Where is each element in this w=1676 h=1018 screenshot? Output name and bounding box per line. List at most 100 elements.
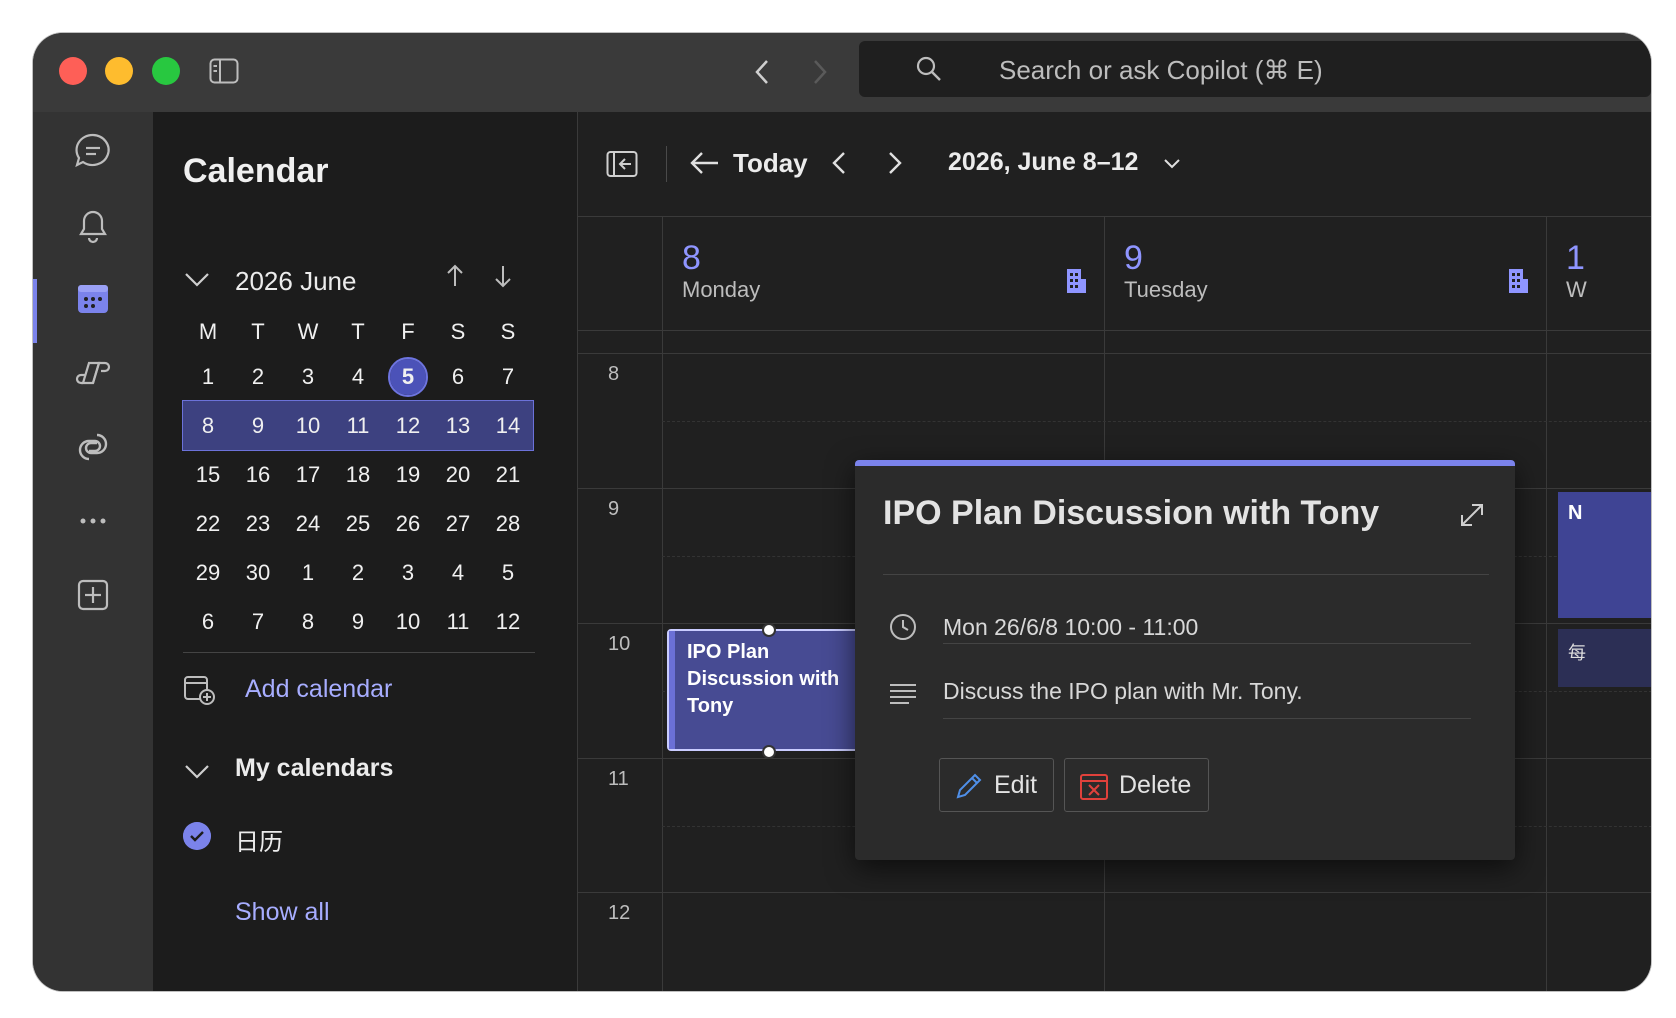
day-cell[interactable]: 28 (483, 499, 533, 548)
day-cell[interactable]: 9 (333, 597, 383, 646)
mini-month-title: 2026 June (235, 266, 357, 296)
day-cell[interactable]: 3 (283, 352, 333, 401)
day-cell[interactable]: 5 (483, 548, 533, 597)
bell-icon[interactable] (71, 203, 115, 247)
day-cell[interactable]: 6 (433, 352, 483, 401)
hour-line (578, 892, 1651, 893)
chevron-down-icon[interactable] (183, 270, 211, 290)
day-cell[interactable]: 17 (283, 450, 333, 499)
day-cell[interactable]: 25 (333, 499, 383, 548)
add-calendar-label: Add calendar (245, 675, 393, 703)
chat-icon[interactable] (71, 129, 115, 173)
previous-week-icon[interactable] (828, 148, 850, 178)
today-button[interactable]: Today (733, 148, 808, 179)
day-cell[interactable]: 3 (383, 548, 433, 597)
day-cell[interactable]: 1 (183, 352, 233, 401)
event-block[interactable]: IPO Plan Discussion with Tony (667, 629, 869, 751)
day-cell[interactable]: 30 (233, 548, 283, 597)
day-cell[interactable]: 4 (433, 548, 483, 597)
selected-week-row[interactable]: 8 9 10 11 12 13 14 (182, 400, 534, 451)
day-number[interactable]: 1 (1566, 239, 1585, 278)
checkmark-icon[interactable] (183, 822, 211, 850)
day-cell[interactable]: 12 (383, 401, 433, 450)
close-window-button[interactable] (59, 57, 87, 85)
day-cell[interactable]: 6 (183, 597, 233, 646)
day-cell[interactable]: 1 (283, 548, 333, 597)
add-app-icon[interactable] (71, 573, 115, 617)
loop-icon[interactable] (71, 425, 115, 469)
column-divider (662, 216, 663, 991)
search-box[interactable]: Search or ask Copilot (⌘ E) (859, 41, 1651, 97)
expand-icon[interactable] (1459, 502, 1485, 528)
forward-arrow-icon[interactable] (805, 55, 835, 89)
clipped-event-title: N (1568, 502, 1583, 524)
chevron-down-icon[interactable] (1163, 157, 1181, 171)
day-cell[interactable]: 11 (333, 401, 383, 450)
day-cell[interactable]: 10 (383, 597, 433, 646)
my-calendars-label: My calendars (235, 754, 394, 782)
day-cell[interactable]: 24 (283, 499, 333, 548)
event-description: Discuss the IPO plan with Mr. Tony. (943, 678, 1303, 704)
day-cell[interactable]: 13 (433, 401, 483, 450)
day-cell[interactable]: 16 (233, 450, 283, 499)
day-cell[interactable]: 15 (183, 450, 233, 499)
day-cell[interactable]: 20 (433, 450, 483, 499)
arrow-left-icon[interactable] (688, 148, 722, 178)
day-cell[interactable]: 9 (233, 401, 283, 450)
clipped-event[interactable]: N (1558, 492, 1651, 618)
day-number[interactable]: 8 (682, 239, 701, 278)
popup-title: IPO Plan Discussion with Tony (883, 494, 1380, 532)
popup-divider (883, 574, 1489, 575)
day-cell[interactable]: 2 (233, 352, 283, 401)
back-arrow-icon[interactable] (747, 55, 777, 89)
day-cell[interactable]: 19 (383, 450, 433, 499)
week-row: 22 23 24 25 26 27 28 (183, 499, 533, 548)
date-range-label[interactable]: 2026, June 8–12 (948, 148, 1138, 177)
day-cell[interactable]: 8 (183, 401, 233, 450)
show-all-link[interactable]: Show all (235, 898, 330, 927)
my-calendars-header[interactable]: My calendars (183, 752, 483, 792)
event-resize-handle-top[interactable] (762, 623, 776, 637)
day-cell[interactable]: 4 (333, 352, 383, 401)
day-number[interactable]: 9 (1124, 239, 1143, 278)
day-cell-today[interactable]: 5 (383, 352, 433, 401)
event-details-popup: IPO Plan Discussion with Tony Mon 26/6/8… (855, 460, 1515, 860)
day-cell[interactable]: 8 (283, 597, 333, 646)
delete-button[interactable]: Delete (1064, 758, 1209, 812)
week-row: 15 16 17 18 19 20 21 (183, 450, 533, 499)
day-cell[interactable]: 12 (483, 597, 533, 646)
event-resize-handle-bottom[interactable] (762, 745, 776, 759)
copilot-icon[interactable] (71, 351, 115, 395)
day-cell[interactable]: 11 (433, 597, 483, 646)
day-cell[interactable]: 26 (383, 499, 433, 548)
day-cell[interactable]: 29 (183, 548, 233, 597)
next-week-icon[interactable] (884, 148, 906, 178)
more-apps-icon[interactable] (71, 499, 115, 543)
day-cell[interactable]: 27 (433, 499, 483, 548)
popup-divider (943, 643, 1471, 644)
day-cell[interactable]: 21 (483, 450, 533, 499)
clipped-event[interactable]: 每 (1558, 629, 1651, 687)
calendar-list-item[interactable]: 日历 (183, 818, 483, 858)
app-rail (33, 112, 153, 991)
text-lines-icon (890, 684, 916, 704)
arrow-down-icon[interactable] (489, 262, 517, 292)
day-cell[interactable]: 18 (333, 450, 383, 499)
hour-label: 10 (608, 633, 631, 655)
day-cell[interactable]: 10 (283, 401, 333, 450)
day-cell[interactable]: 22 (183, 499, 233, 548)
sidebar-toggle-icon[interactable] (209, 58, 239, 84)
day-cell[interactable]: 2 (333, 548, 383, 597)
day-cell[interactable]: 23 (233, 499, 283, 548)
arrow-up-icon[interactable] (441, 262, 469, 292)
minimize-window-button[interactable] (105, 57, 133, 85)
day-cell[interactable]: 14 (483, 401, 533, 450)
zoom-window-button[interactable] (152, 57, 180, 85)
calendar-icon[interactable] (71, 277, 115, 321)
edit-button[interactable]: Edit (939, 758, 1054, 812)
day-cell[interactable]: 7 (483, 352, 533, 401)
collapse-panel-icon[interactable] (606, 150, 638, 178)
column-divider (1546, 216, 1547, 991)
day-cell[interactable]: 7 (233, 597, 283, 646)
add-calendar-button[interactable]: Add calendar (183, 669, 443, 709)
